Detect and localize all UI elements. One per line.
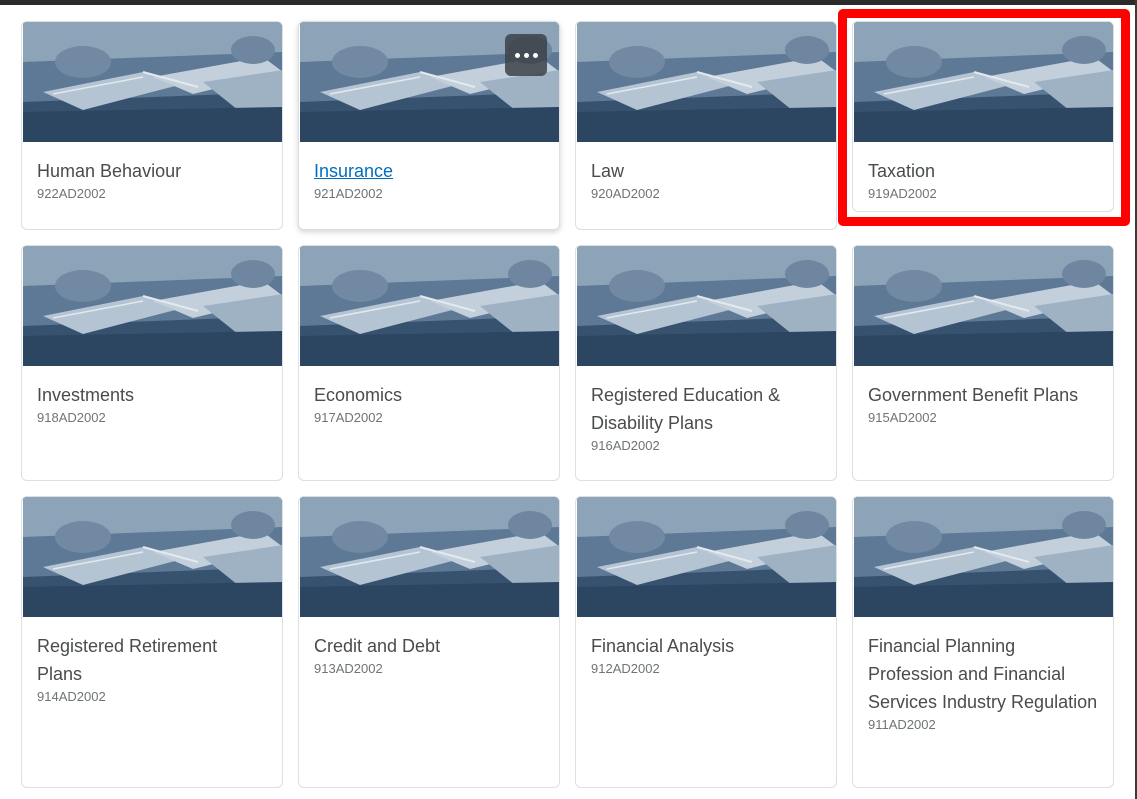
more-options-icon — [532, 52, 538, 58]
course-code: 912AD2002 — [591, 661, 660, 676]
course-title[interactable]: Investments — [37, 381, 267, 409]
course-card-investments[interactable]: Investments 918AD2002 — [21, 245, 283, 481]
course-card-financial-planning[interactable]: Financial Planning Profession and Financ… — [852, 496, 1114, 788]
course-image[interactable] — [853, 497, 1113, 617]
course-image[interactable] — [22, 497, 282, 617]
course-title[interactable]: Financial Planning Profession and Financ… — [868, 632, 1098, 716]
course-card-human-behaviour[interactable]: Human Behaviour 922AD2002 — [21, 21, 283, 230]
course-card-registered-retirement[interactable]: Registered Retirement Plans 914AD2002 — [21, 496, 283, 788]
course-image[interactable] — [299, 497, 559, 617]
course-code: 918AD2002 — [37, 410, 106, 425]
more-options-icon — [523, 52, 529, 58]
course-code: 916AD2002 — [591, 438, 660, 453]
course-title[interactable]: Human Behaviour — [37, 157, 267, 185]
course-title[interactable]: Economics — [314, 381, 544, 409]
course-card-law[interactable]: Law 920AD2002 — [575, 21, 837, 230]
course-card-insurance[interactable]: Insurance 921AD2002 — [298, 21, 560, 230]
course-card-economics[interactable]: Economics 917AD2002 — [298, 245, 560, 481]
course-image[interactable] — [853, 246, 1113, 366]
course-code: 915AD2002 — [868, 410, 937, 425]
course-card-financial-analysis[interactable]: Financial Analysis 912AD2002 — [575, 496, 837, 788]
course-code: 922AD2002 — [37, 186, 106, 201]
course-code: 921AD2002 — [314, 186, 383, 201]
course-title[interactable]: Registered Retirement Plans — [37, 632, 267, 688]
course-title[interactable]: Taxation — [868, 157, 1098, 185]
course-code: 917AD2002 — [314, 410, 383, 425]
course-title[interactable]: Government Benefit Plans — [868, 381, 1098, 409]
course-image[interactable] — [299, 246, 559, 366]
course-code: 913AD2002 — [314, 661, 383, 676]
course-image[interactable] — [22, 22, 282, 142]
course-code: 919AD2002 — [868, 186, 937, 201]
course-card-registered-education[interactable]: Registered Education & Disability Plans … — [575, 245, 837, 481]
top-edge-bar — [0, 0, 1137, 5]
course-card-taxation[interactable]: Taxation 919AD2002 — [852, 21, 1114, 212]
course-title[interactable]: Law — [591, 157, 821, 185]
course-title[interactable]: Credit and Debt — [314, 632, 544, 660]
course-code: 914AD2002 — [37, 689, 106, 704]
course-image[interactable] — [576, 246, 836, 366]
course-title[interactable]: Registered Education & Disability Plans — [591, 381, 821, 437]
course-image[interactable] — [576, 497, 836, 617]
course-card-government-benefit[interactable]: Government Benefit Plans 915AD2002 — [852, 245, 1114, 481]
course-title-link[interactable]: Insurance — [314, 157, 544, 185]
more-options-icon — [514, 52, 520, 58]
course-image[interactable] — [576, 22, 836, 142]
course-image[interactable] — [299, 22, 559, 142]
course-code: 911AD2002 — [868, 717, 936, 732]
course-code: 920AD2002 — [591, 186, 660, 201]
more-options-button[interactable] — [505, 34, 547, 76]
course-title[interactable]: Financial Analysis — [591, 632, 821, 660]
course-image[interactable] — [22, 246, 282, 366]
course-image[interactable] — [853, 22, 1113, 142]
course-card-credit-and-debt[interactable]: Credit and Debt 913AD2002 — [298, 496, 560, 788]
